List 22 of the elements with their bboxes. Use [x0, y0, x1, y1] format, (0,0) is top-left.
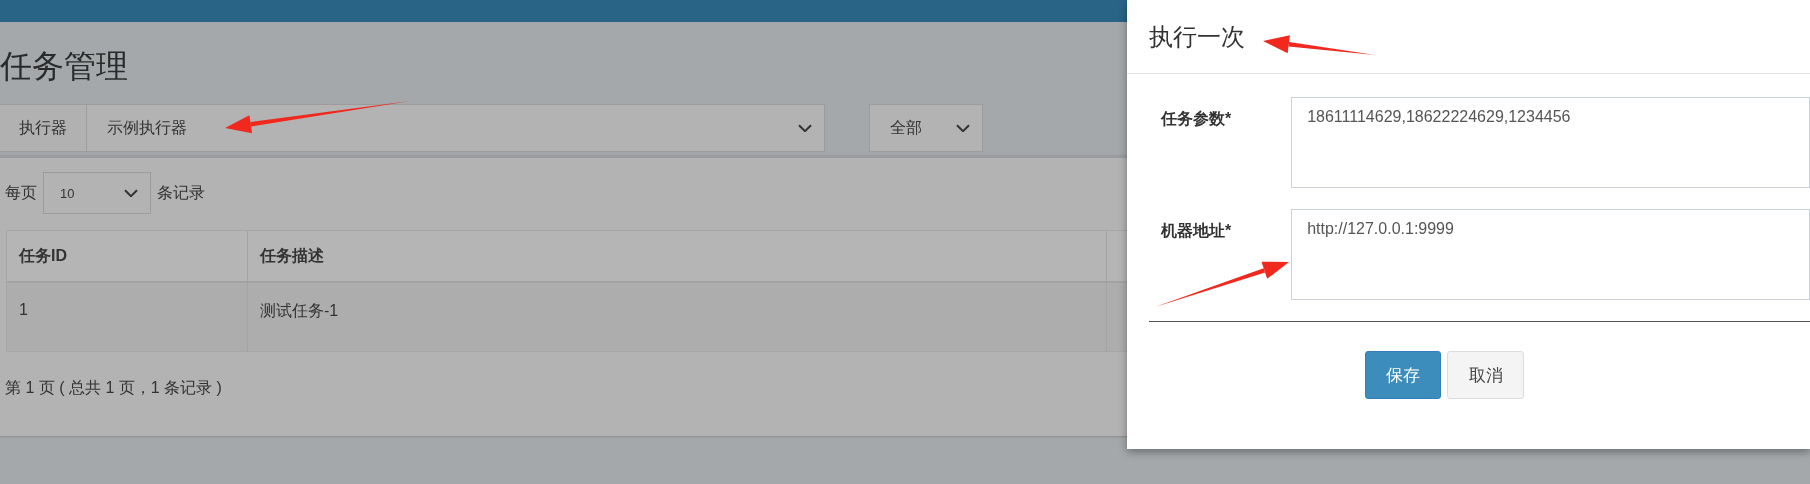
text-area-field[interactable]: http://127.0.0.1:9999	[1291, 209, 1810, 300]
save-button[interactable]: 保存	[1365, 351, 1441, 399]
page-size-suffix: 条记录	[157, 182, 205, 203]
page-size-prefix: 每页	[5, 182, 37, 203]
table-cell: 测试任务-1	[248, 283, 1107, 351]
pagination-info: 第 1 页 ( 总共 1 页，1 条记录 )	[5, 378, 222, 398]
field-label: 机器地址*	[1161, 221, 1233, 241]
executor-label: 执行器	[0, 104, 87, 152]
page-title: 任务管理	[0, 47, 128, 86]
chevron-down-icon	[956, 123, 970, 133]
executor-select[interactable]: 示例执行器	[87, 104, 825, 152]
chevron-down-icon	[798, 123, 812, 133]
column-header: 任务ID	[7, 231, 248, 281]
modal-title: 执行一次	[1149, 21, 1245, 52]
column-header: 任务描述	[248, 231, 1107, 281]
table-cell: 1	[7, 283, 248, 351]
field-label: 任务参数*	[1161, 109, 1233, 129]
chevron-down-icon	[124, 188, 138, 198]
status-select[interactable]: 全部	[869, 104, 983, 152]
cancel-button[interactable]: 取消	[1447, 351, 1524, 399]
page-size-select[interactable]: 10	[43, 172, 151, 214]
text-area-field[interactable]: 18611114629,18622224629,1234456	[1291, 97, 1810, 188]
